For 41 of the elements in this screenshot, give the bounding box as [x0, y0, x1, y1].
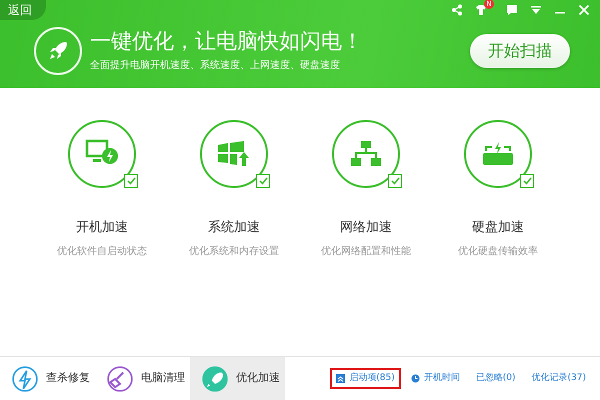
- feature-title: 硬盘加速: [472, 219, 524, 237]
- footer-link[interactable]: 开机时间: [404, 368, 466, 390]
- message-icon[interactable]: [506, 4, 518, 16]
- footer-link[interactable]: 已忽略(0): [470, 368, 522, 390]
- shirt-icon: [475, 4, 487, 16]
- checkbox[interactable]: [388, 174, 402, 188]
- footer-link[interactable]: 启动项(85): [330, 368, 401, 390]
- banner-subtitle: 全面提升电脑开机速度、系统速度、上网速度、硬盘速度: [90, 58, 341, 74]
- feature-description: 优化系统和内存设置: [189, 244, 279, 258]
- bottom-tab[interactable]: 电脑清理: [95, 357, 190, 400]
- close-icon[interactable]: [578, 4, 590, 16]
- windows-upgrade-icon: [217, 140, 251, 168]
- banner-title: 一键优化，让电脑快如闪电！: [90, 28, 364, 54]
- footer-link[interactable]: 优化记录(37): [526, 368, 592, 390]
- check-icon: [522, 177, 532, 185]
- checkbox[interactable]: [520, 174, 534, 188]
- menu-icon[interactable]: [530, 4, 542, 16]
- back-button[interactable]: 返回: [0, 0, 46, 20]
- check-icon: [258, 177, 268, 185]
- feature-title: 开机加速: [76, 219, 128, 237]
- broom-icon: [107, 366, 133, 392]
- bottom-tab[interactable]: 查杀修复: [0, 357, 95, 400]
- feature-description: 优化硬盘传输效率: [458, 244, 538, 258]
- checkbox[interactable]: [256, 174, 270, 188]
- double-chevron-icon: [336, 374, 346, 383]
- bolt-icon: [12, 366, 38, 392]
- checkbox[interactable]: [124, 174, 138, 188]
- feature-description: 优化软件自启动状态: [57, 244, 147, 258]
- rocket-icon: [34, 27, 82, 75]
- bottom-tab[interactable]: 优化加速: [190, 357, 285, 400]
- feature-title: 系统加速: [208, 219, 260, 237]
- check-icon: [390, 177, 400, 185]
- check-icon: [126, 177, 136, 185]
- feature-title: 网络加速: [340, 219, 392, 237]
- start-scan-button[interactable]: 开始扫描: [470, 34, 570, 68]
- network-icon: [349, 140, 383, 168]
- hard-drive-icon: [481, 140, 515, 168]
- clock-icon: [410, 374, 420, 383]
- share-icon[interactable]: [451, 4, 463, 16]
- rocket-icon: [202, 366, 228, 392]
- feature-description: 优化网络配置和性能: [321, 244, 411, 258]
